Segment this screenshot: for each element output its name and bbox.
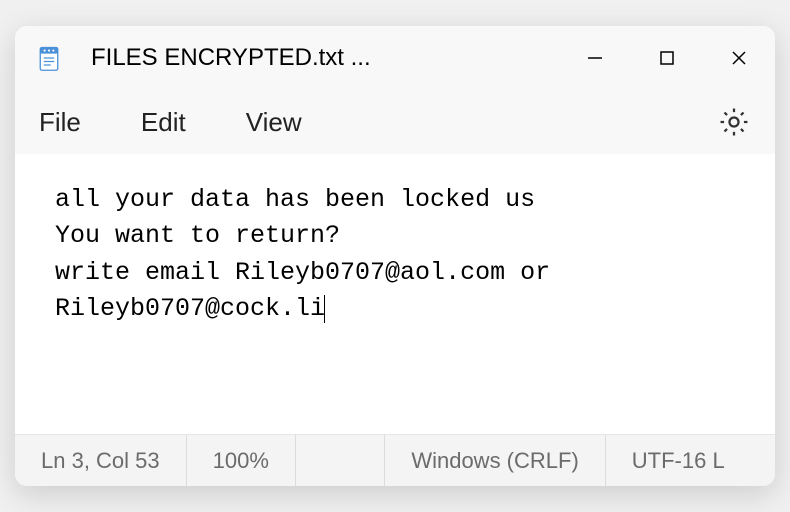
status-zoom[interactable]: 100%	[187, 435, 296, 486]
window-controls	[559, 26, 775, 90]
menu-file[interactable]: File	[39, 107, 81, 138]
close-button[interactable]	[703, 26, 775, 90]
text-caret	[324, 295, 325, 323]
menu-view[interactable]: View	[246, 107, 302, 138]
minimize-button[interactable]	[559, 26, 631, 90]
notepad-window: FILES ENCRYPTED.txt ... File Edit View a…	[15, 26, 775, 486]
titlebar: FILES ENCRYPTED.txt ...	[15, 26, 775, 90]
settings-button[interactable]	[717, 105, 751, 139]
menu-edit[interactable]: Edit	[141, 107, 186, 138]
menubar: File Edit View	[15, 90, 775, 154]
statusbar: Ln 3, Col 53 100% Windows (CRLF) UTF-16 …	[15, 434, 775, 486]
status-cursor-position: Ln 3, Col 53	[15, 435, 187, 486]
status-encoding: UTF-16 L	[606, 435, 751, 486]
notepad-icon	[35, 44, 63, 72]
maximize-button[interactable]	[631, 26, 703, 90]
status-line-endings: Windows (CRLF)	[385, 435, 605, 486]
text-editor-area[interactable]: all your data has been locked us You wan…	[15, 154, 775, 434]
window-title: FILES ENCRYPTED.txt ...	[91, 44, 559, 72]
status-spacer	[296, 435, 385, 486]
document-text: all your data has been locked us You wan…	[55, 185, 565, 323]
